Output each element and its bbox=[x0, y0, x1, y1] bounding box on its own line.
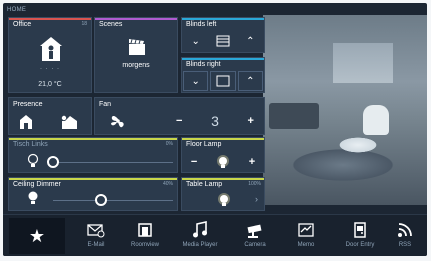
office-accent bbox=[9, 18, 91, 20]
photo-sofa bbox=[269, 103, 319, 129]
scenes-accent bbox=[95, 18, 177, 20]
star-icon: ★ bbox=[28, 225, 46, 246]
blinds-right-accent bbox=[182, 58, 264, 60]
memo-icon bbox=[298, 223, 314, 237]
chevron-up-icon: ⌃ bbox=[246, 35, 255, 47]
rss-icon bbox=[398, 223, 412, 237]
tisch-links-track bbox=[53, 162, 173, 163]
blind-icon bbox=[216, 75, 230, 87]
fan-title: Fan bbox=[99, 101, 112, 108]
table-lamp-percent: 100% bbox=[248, 181, 261, 187]
favorites-button[interactable]: ★ bbox=[9, 218, 65, 254]
blinds-left-down-button[interactable]: ⌄ bbox=[182, 30, 209, 52]
tisch-links-slider-knob[interactable] bbox=[47, 156, 59, 168]
fan-plus-button[interactable]: + bbox=[248, 115, 254, 127]
bulb-outline-icon bbox=[27, 153, 39, 167]
ceiling-dimmer-track bbox=[53, 200, 173, 201]
photo-chair bbox=[363, 105, 389, 135]
app-screen: HOME Office 18 · · · · 21,0 °C Scenes mo… bbox=[3, 3, 427, 256]
floor-lamp-accent bbox=[182, 138, 264, 140]
tisch-links-percent: 0% bbox=[165, 141, 173, 147]
table-lamp-title: Table Lamp bbox=[186, 181, 223, 188]
ceiling-dimmer-slider-knob[interactable] bbox=[95, 194, 107, 206]
ceiling-dimmer-title: Ceiling Dimmer bbox=[13, 181, 61, 188]
dock-label-door-entry: Door Entry bbox=[345, 242, 375, 248]
blinds-right-down-button[interactable]: ⌄ bbox=[183, 71, 209, 91]
office-badge: 18 bbox=[81, 21, 87, 27]
ceiling-dimmer: Ceiling Dimmer 40% bbox=[8, 177, 178, 211]
floor-lamp-title: Floor Lamp bbox=[186, 141, 222, 148]
fan-minus-button[interactable]: − bbox=[176, 115, 182, 127]
dock-item-camera[interactable]: Camera bbox=[228, 220, 282, 248]
blinds-left-tile: Blinds left ⌄ ⌃ bbox=[181, 17, 265, 53]
chevron-right-icon[interactable]: › bbox=[255, 194, 258, 204]
chevron-down-icon: ⌄ bbox=[191, 35, 200, 47]
dock-item-media-player[interactable]: Media Player bbox=[173, 220, 227, 248]
office-dots: · · · · bbox=[40, 66, 60, 72]
table-lamp-tile[interactable]: Table Lamp 100% › bbox=[181, 177, 265, 211]
bulb-icon bbox=[28, 191, 38, 204]
fan-tile: Fan − 3 + bbox=[94, 97, 265, 135]
dock-label-email: E-Mail bbox=[87, 242, 105, 248]
blinds-right-tile: Blinds right ⌄ ⌃ bbox=[181, 57, 265, 93]
blind-icon bbox=[216, 35, 230, 47]
presence-tile[interactable]: Presence bbox=[8, 97, 92, 135]
dock-item-roomview[interactable]: Roomview bbox=[118, 220, 172, 248]
dock-label-rss: RSS bbox=[398, 242, 412, 248]
tisch-links-title: Tisch Links bbox=[13, 141, 48, 148]
scenes-value: morgens bbox=[122, 62, 150, 69]
scenes-tile[interactable]: Scenes morgens bbox=[94, 17, 178, 93]
fan-stepper: − 3 + bbox=[170, 110, 260, 132]
tisch-links-accent bbox=[9, 138, 177, 140]
chevron-down-icon: ⌄ bbox=[191, 75, 200, 87]
chevron-up-icon: ⌃ bbox=[246, 75, 255, 87]
email-icon bbox=[87, 224, 105, 238]
house-person-icon bbox=[40, 37, 62, 61]
floor-lamp-tile: Floor Lamp − + bbox=[181, 137, 265, 173]
fan-value: 3 bbox=[211, 113, 219, 129]
roomview-icon bbox=[138, 223, 152, 237]
house-person-icon bbox=[61, 115, 77, 129]
dock-label-camera: Camera bbox=[244, 242, 266, 248]
bottom-dock: ★ E-Mail Roomview Media Player Camera Me… bbox=[3, 214, 427, 256]
tisch-links-dimmer: Tisch Links 0% bbox=[8, 137, 178, 173]
office-tile[interactable]: Office 18 · · · · 21,0 °C bbox=[8, 17, 92, 93]
home-label: HOME bbox=[7, 7, 27, 13]
dock-item-door-entry[interactable]: Door Entry bbox=[333, 220, 387, 248]
scenes-title: Scenes bbox=[99, 21, 123, 28]
floor-lamp-minus-button[interactable]: − bbox=[191, 156, 197, 168]
dock-item-email[interactable]: E-Mail bbox=[69, 220, 123, 248]
office-temperature: 21,0 °C bbox=[38, 81, 62, 88]
blinds-left-title: Blinds left bbox=[186, 21, 217, 28]
room-photo bbox=[263, 15, 427, 205]
door-icon bbox=[354, 222, 366, 238]
table-lamp-accent bbox=[182, 178, 264, 180]
ceiling-dimmer-percent: 40% bbox=[162, 181, 173, 187]
office-title: Office bbox=[13, 21, 32, 28]
dock-item-rss[interactable]: RSS bbox=[383, 220, 427, 248]
dock-label-memo: Memo bbox=[297, 242, 315, 248]
house-icon bbox=[20, 115, 32, 129]
camera-icon bbox=[247, 224, 262, 238]
clapperboard-icon bbox=[129, 39, 145, 55]
floor-lamp-plus-button[interactable]: + bbox=[249, 156, 255, 168]
dock-label-roomview: Roomview bbox=[130, 242, 159, 248]
presence-title: Presence bbox=[13, 101, 43, 108]
dock-item-memo[interactable]: Memo bbox=[279, 220, 333, 248]
blinds-left-stop-button[interactable] bbox=[209, 30, 236, 52]
photo-window bbox=[333, 43, 393, 83]
blinds-left-accent bbox=[182, 18, 264, 20]
blinds-left-up-button[interactable]: ⌃ bbox=[237, 30, 264, 52]
dock-label-media-player: Media Player bbox=[182, 242, 218, 248]
ceiling-dimmer-accent bbox=[9, 178, 177, 180]
blinds-right-stop-button[interactable] bbox=[210, 71, 236, 91]
music-icon bbox=[193, 221, 207, 238]
fan-icon bbox=[111, 115, 124, 128]
blinds-right-up-button[interactable]: ⌃ bbox=[237, 71, 263, 91]
blinds-right-title: Blinds right bbox=[186, 61, 221, 68]
bulb-glow-icon bbox=[218, 193, 230, 206]
bulb-glow-icon[interactable] bbox=[215, 154, 231, 170]
